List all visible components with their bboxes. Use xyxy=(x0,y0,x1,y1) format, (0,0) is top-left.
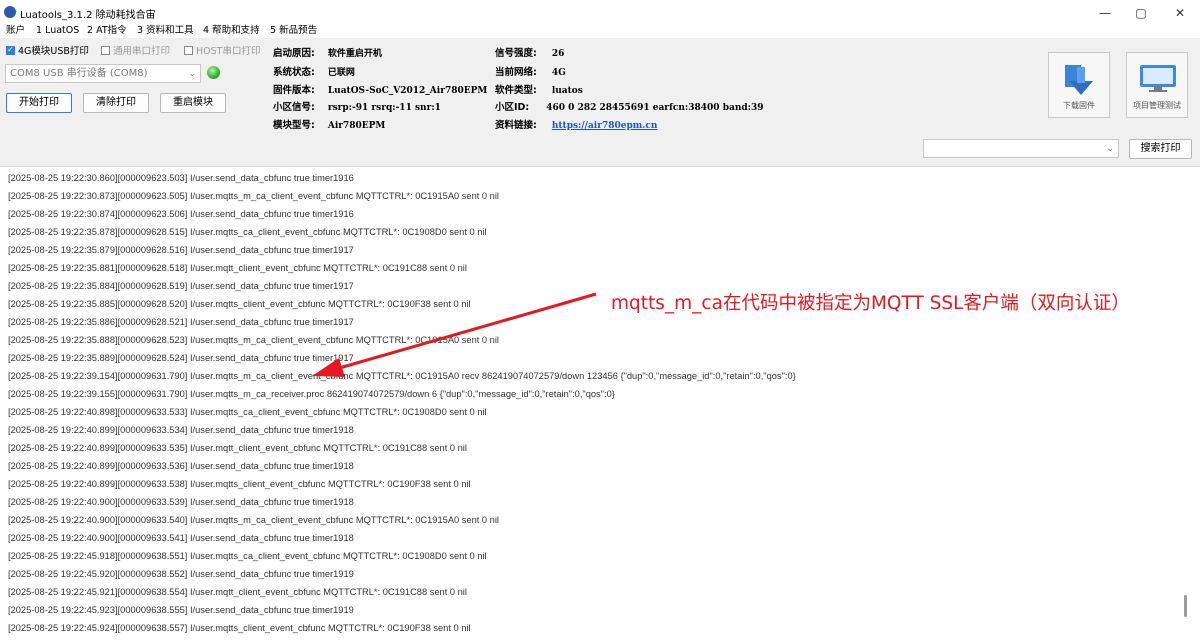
search-print-button[interactable]: 搜索打印 xyxy=(1129,139,1192,159)
signal-strength-label: 信号强度: xyxy=(495,48,537,59)
model-label: 模块型号: xyxy=(273,120,315,131)
network-label: 当前网络: xyxy=(495,67,537,78)
download-firmware-button[interactable]: 下载固件 xyxy=(1048,52,1110,118)
menu-luatos[interactable]: 1 LuatOS xyxy=(36,24,79,37)
checkmark-icon: ✓ xyxy=(6,45,15,55)
serial-print-checkbox[interactable]: 通用串口打印 xyxy=(101,43,170,57)
boot-reason-value: 软件重启开机 xyxy=(327,49,382,59)
menu-docs-tools[interactable]: 3 资料和工具 xyxy=(137,24,194,37)
model-value: Air780EPM xyxy=(327,121,386,131)
log-line: [2025-08-25 19:22:35.885][000009628.520]… xyxy=(8,299,471,309)
serial-print-label: 通用串口打印 xyxy=(113,46,171,57)
project-test-label: 项目管理测试 xyxy=(1133,101,1181,110)
log-line: [2025-08-25 19:22:35.879][000009628.516]… xyxy=(8,245,354,255)
log-line: [2025-08-25 19:22:35.878][000009628.515]… xyxy=(8,227,487,237)
log-line: [2025-08-25 19:22:40.898][000009633.533]… xyxy=(8,407,487,417)
log-line: [2025-08-25 19:22:45.920][000009638.552]… xyxy=(8,569,354,579)
boot-reason-label: 启动原因: xyxy=(273,48,315,59)
log-line: [2025-08-25 19:22:40.899][000009633.538]… xyxy=(8,479,471,489)
maximize-button[interactable]: ▢ xyxy=(1121,0,1161,26)
info-boot-reason: 启动原因: 软件重启开机 xyxy=(273,45,382,59)
download-firmware-label: 下载固件 xyxy=(1063,101,1095,110)
info-software-type: 软件类型: luatos xyxy=(495,82,583,96)
log-line: [2025-08-25 19:22:40.900][000009633.541]… xyxy=(8,533,354,543)
log-line: [2025-08-25 19:22:40.899][000009633.536]… xyxy=(8,461,354,471)
log-line: [2025-08-25 19:22:30.860][000009623.503]… xyxy=(8,173,354,183)
log-line: [2025-08-25 19:22:40.899][000009633.535]… xyxy=(8,443,467,453)
checkbox-empty-icon xyxy=(101,45,110,55)
info-cell-id: 小区ID: 460 0 282 28455691 earfcn:38400 ba… xyxy=(495,99,764,113)
connection-status-led xyxy=(207,66,220,79)
usb-print-label: 4G模块USB打印 xyxy=(18,46,89,57)
cell-id-label: 小区ID: xyxy=(495,102,530,113)
log-line: [2025-08-25 19:22:35.884][000009628.519]… xyxy=(8,281,354,291)
menu-help-support[interactable]: 4 帮助和支持 xyxy=(203,24,260,37)
log-line: [2025-08-25 19:22:45.918][000009638.551]… xyxy=(8,551,487,561)
info-cell-signal: 小区信号: rsrp:-91 rsrq:-11 snr:1 xyxy=(273,99,441,113)
usb-print-checkbox[interactable]: ✓ 4G模块USB打印 xyxy=(6,43,89,57)
log-line: [2025-08-25 19:22:40.899][000009633.534]… xyxy=(8,425,354,435)
minimize-button[interactable]: — xyxy=(1085,0,1125,26)
project-test-button[interactable]: 项目管理测试 xyxy=(1126,52,1188,118)
log-line: [2025-08-25 19:22:40.900][000009633.540]… xyxy=(8,515,499,525)
chevron-down-icon: ⌄ xyxy=(1106,144,1114,154)
log-line: [2025-08-25 19:22:30.873][000009623.505]… xyxy=(8,191,499,201)
checkbox-empty-icon xyxy=(184,45,193,55)
restart-module-button[interactable]: 重启模块 xyxy=(160,93,226,113)
close-button[interactable]: ✕ xyxy=(1160,0,1200,26)
host-serial-print-checkbox[interactable]: HOST串口打印 xyxy=(184,43,260,57)
port-select[interactable]: COM8 USB 串行设备 (COM8) ⌄ xyxy=(5,64,201,83)
log-line: [2025-08-25 19:22:40.900][000009633.539]… xyxy=(8,497,354,507)
menu-account[interactable]: 账户 xyxy=(6,24,25,37)
clear-print-button[interactable]: 清除打印 xyxy=(83,93,149,113)
info-signal-strength: 信号强度: 26 xyxy=(495,45,564,59)
system-status-label: 系统状态: xyxy=(273,67,315,78)
menu-bar: 账户 1 LuatOS 2 AT指令 3 资料和工具 4 帮助和支持 5 新品预… xyxy=(0,24,1200,38)
monitor-icon xyxy=(1140,65,1176,92)
luatools-logo-icon xyxy=(4,6,16,18)
info-firmware: 固件版本: LuatOS-SoC_V2012_Air780EPM xyxy=(273,82,487,96)
log-line: [2025-08-25 19:22:45.924][000009638.557]… xyxy=(8,623,471,633)
log-line: [2025-08-25 19:22:39.154][000009631.790]… xyxy=(8,371,796,381)
log-line: [2025-08-25 19:22:35.889][000009628.524]… xyxy=(8,353,354,363)
signal-strength-value: 26 xyxy=(551,49,565,59)
port-select-value: COM8 USB 串行设备 (COM8) xyxy=(10,68,148,79)
info-system-status: 系统状态: 已联网 xyxy=(273,64,355,78)
software-type-value: luatos xyxy=(551,86,583,96)
cell-signal-value: rsrp:-91 rsrq:-11 snr:1 xyxy=(327,103,441,113)
start-print-button[interactable]: 开始打印 xyxy=(6,93,72,113)
docs-label: 资料链接: xyxy=(495,120,537,131)
annotation-text: mqtts_m_ca在代码中被指定为MQTT SSL客户端（双向认证） xyxy=(611,293,1130,314)
search-input[interactable]: ⌄ xyxy=(923,139,1119,158)
log-line: [2025-08-25 19:22:45.921][000009638.554]… xyxy=(8,587,467,597)
log-line: [2025-08-25 19:22:35.881][000009628.518]… xyxy=(8,263,467,273)
title-bar: Luatools_3.1.2 除动耗找合宙 — ▢ ✕ xyxy=(0,0,1200,26)
firmware-value: LuatOS-SoC_V2012_Air780EPM xyxy=(327,86,488,96)
log-line: [2025-08-25 19:22:35.888][000009628.523]… xyxy=(8,335,499,345)
menu-at-commands[interactable]: 2 AT指令 xyxy=(87,24,127,37)
download-arrow-icon xyxy=(1065,65,1093,95)
info-model: 模块型号: Air780EPM xyxy=(273,117,385,131)
cell-id-value: 460 0 282 28455691 earfcn:38400 band:39 xyxy=(546,103,764,113)
log-line: [2025-08-25 19:22:39.155][000009631.790]… xyxy=(8,389,615,399)
docs-link[interactable]: https://air780epm.cn xyxy=(552,121,658,131)
software-type-label: 软件类型: xyxy=(495,85,537,96)
cell-signal-label: 小区信号: xyxy=(273,102,315,113)
firmware-label: 固件版本: xyxy=(273,85,315,96)
network-value: 4G xyxy=(551,68,566,78)
log-output-area[interactable]: [2025-08-25 19:22:30.860][000009623.503]… xyxy=(0,166,1200,643)
log-line: [2025-08-25 19:22:30.874][000009623.506]… xyxy=(8,209,354,219)
host-serial-print-label: HOST串口打印 xyxy=(196,46,261,57)
log-line: [2025-08-25 19:22:35.886][000009628.521]… xyxy=(8,317,354,327)
info-network: 当前网络: 4G xyxy=(495,64,566,78)
system-status-value: 已联网 xyxy=(327,68,355,78)
chevron-down-icon: ⌄ xyxy=(188,69,196,79)
info-docs: 资料链接: https://air780epm.cn xyxy=(495,117,657,131)
log-scrollbar-thumb[interactable] xyxy=(1184,595,1187,617)
window-title: Luatools_3.1.2 除动耗找合宙 xyxy=(20,10,156,21)
log-line: [2025-08-25 19:22:45.923][000009638.555]… xyxy=(8,605,354,615)
menu-new-products[interactable]: 5 新品预告 xyxy=(270,24,317,37)
